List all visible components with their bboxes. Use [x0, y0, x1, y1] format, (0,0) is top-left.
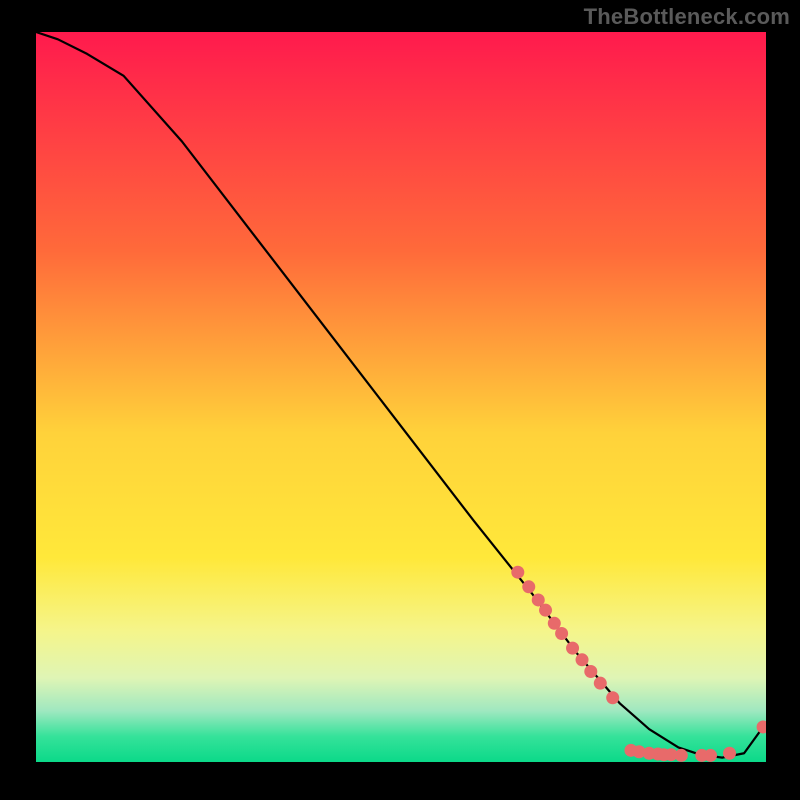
marker-point [584, 665, 597, 678]
marker-point [606, 691, 619, 704]
chart-frame: TheBottleneck.com [0, 0, 800, 800]
marker-point [675, 749, 688, 762]
plot-area [36, 32, 766, 762]
marker-point [576, 653, 589, 666]
marker-point [522, 580, 535, 593]
marker-point [539, 604, 552, 617]
attribution-text: TheBottleneck.com [584, 4, 790, 30]
marker-point [511, 566, 524, 579]
marker-point [723, 747, 736, 760]
marker-point [704, 749, 717, 762]
marker-point [566, 642, 579, 655]
gradient-background [36, 32, 766, 762]
chart-svg [36, 32, 766, 762]
marker-point [594, 677, 607, 690]
marker-point [555, 627, 568, 640]
